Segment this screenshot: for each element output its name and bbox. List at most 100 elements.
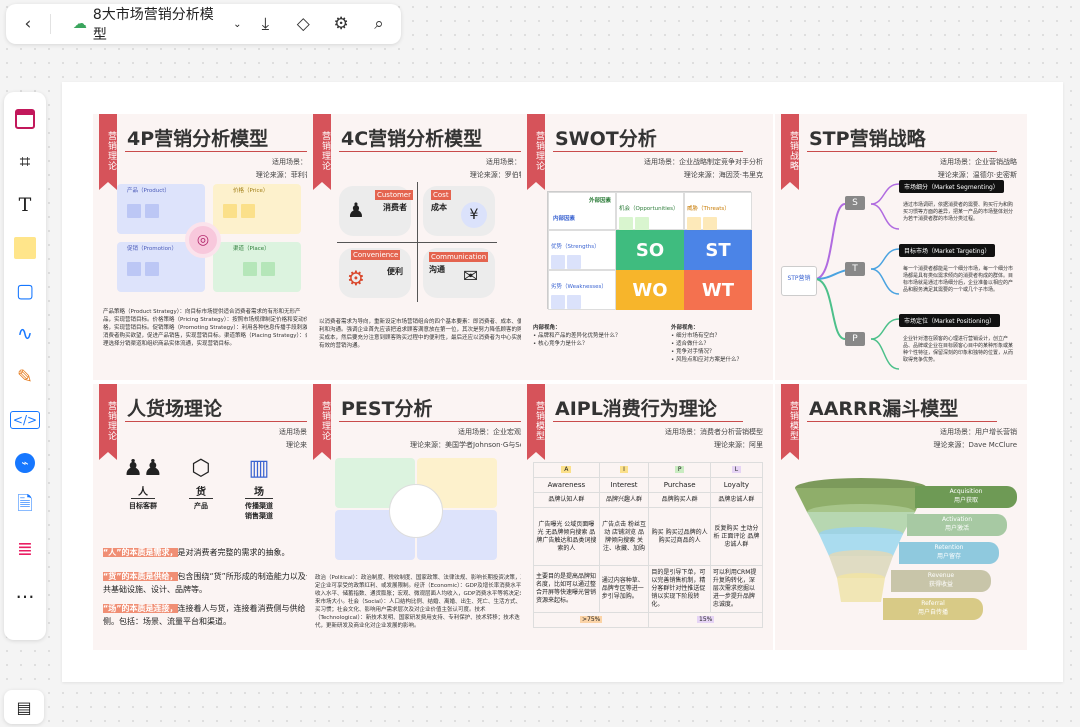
node-p: P xyxy=(845,332,865,346)
quadrant-customer: ♟ Customer 消费者 xyxy=(339,186,413,236)
stage-name: Purchase xyxy=(648,477,711,493)
quadrant-tag: Communication xyxy=(429,252,489,262)
outer-item: • 细分市场有空白？ xyxy=(671,333,721,339)
left-toolbar: ⌗ T ▢ ∿ ✎ </> ⌁ 🗎 ≣ … xyxy=(4,92,46,640)
frame-template-button[interactable] xyxy=(9,100,41,138)
sticky-note xyxy=(261,262,275,276)
text-tool-button[interactable]: T xyxy=(9,186,41,224)
card-meta: 适用场景：消费者分析营销模型 理论来源：阿里 xyxy=(665,426,763,452)
users-icon: ♟ xyxy=(347,198,365,222)
frame-tool-button[interactable]: ⌗ xyxy=(9,143,41,181)
cell-label: 威胁（Threats） xyxy=(687,206,730,212)
upload-file-button[interactable]: 🗎 xyxy=(9,487,41,525)
ribbon: 营销理论 xyxy=(99,384,117,460)
sticky-note xyxy=(567,255,581,269)
outer-item: • 风险点和应对方案是什么？ xyxy=(671,357,743,363)
letter-cell: I xyxy=(598,462,650,478)
segmenting-description: 通过市场调研，依据消费者的需要、购买行为和购买习惯等方面的差异，把某一产品的市场… xyxy=(903,202,1014,222)
cloud-sync-icon: ☁ xyxy=(72,16,87,32)
card-title: SWOT分析 xyxy=(555,128,657,150)
mindmap-icon: ≣ xyxy=(17,538,33,560)
conversion-rate: 15% xyxy=(697,616,715,623)
stage-en: Referral xyxy=(921,600,945,607)
tag-icon: ◇ xyxy=(296,14,310,34)
stage-en: Revenue xyxy=(927,572,955,579)
people-label: 人 xyxy=(131,483,155,499)
title-underline xyxy=(807,421,997,422)
quadrant-cost: Cost 成本 ¥ xyxy=(423,186,495,236)
stage-cn: 用户获取 xyxy=(953,497,978,504)
title-underline xyxy=(807,151,997,152)
document-title-dropdown[interactable]: ☁ 8大市场营销分析模型 ⌄ xyxy=(73,4,242,44)
card-swot[interactable]: 营销理论 SWOT分析 适用场景：企业战略制定竞争对手分析 理论来源：海因茨·韦里… xyxy=(521,114,773,380)
code-block-button[interactable]: </> xyxy=(9,401,41,439)
inner-item: • 核心竞争力是什么？ xyxy=(533,341,588,347)
card-aarrr[interactable]: 营销模型 AARRR漏斗模型 适用场景：用户增长营销 理论来源：Dave McCl… xyxy=(775,384,1027,650)
ribbon: 营销理论 xyxy=(527,114,545,190)
card-title: PEST分析 xyxy=(341,398,433,420)
inner-item-text: 品牌和产品的差异化优势是什么？ xyxy=(538,333,621,339)
whiteboard-canvas[interactable]: 营销理论 4P营销分析模型 适用场景：商业模式 理论来源：菲利普·科特勒 产品（P… xyxy=(62,82,1063,682)
pct-row: >75% 15% xyxy=(532,612,763,628)
card-meta: 适用场景：用户增长营销 理论来源：Dave McClure xyxy=(933,426,1017,452)
sticky-note-button[interactable] xyxy=(9,229,41,267)
connector-tool-button[interactable]: ∿ xyxy=(9,315,41,353)
minimap-button[interactable]: ▤ xyxy=(4,690,44,724)
quadrant-price: 价格（Price） xyxy=(213,184,301,234)
cell-st: ST xyxy=(684,230,752,270)
quadrant-tag: Convenience xyxy=(351,250,401,260)
map-icon: ▤ xyxy=(16,697,32,717)
actions-row: 广告曝光 公域页面曝光 无品牌倾向搜索 品牌广告触达和品类词搜索的人 广告点击 … xyxy=(533,507,764,566)
outer-item-text: 风险点和应对方案是什么？ xyxy=(676,357,743,363)
node-t: T xyxy=(845,262,865,276)
inner-item-text: 核心竞争力是什么？ xyxy=(538,341,588,347)
plugin-button[interactable]: ⌁ xyxy=(9,444,41,482)
stage-tip: 可以利用CRM提升复购转化，深层次需求挖掘以进一步提升品牌忠诚度。 xyxy=(709,565,764,613)
pen-tool-button[interactable]: ✎ xyxy=(9,358,41,396)
title-underline xyxy=(125,421,315,422)
goods-sub: 产品 xyxy=(194,502,208,510)
sticky-note xyxy=(127,262,141,276)
download-button[interactable]: ⤓ xyxy=(251,10,279,38)
segmenting-label: 市场细分（Market Segmenting） xyxy=(899,180,1004,193)
more-button[interactable]: … xyxy=(9,573,41,611)
chevron-down-icon: ⌄ xyxy=(233,18,242,30)
stage-group: 品牌兴趣人群 xyxy=(598,492,650,508)
tag-button[interactable]: ◇ xyxy=(289,10,317,38)
template-icon xyxy=(15,109,35,129)
axis-horizontal xyxy=(337,242,497,243)
outer-perspective: 外部视角： • 细分市场有空白？ • 适合做什么？ • 竞争对手情况？ • 风险… xyxy=(671,324,771,364)
back-button[interactable]: ‹ xyxy=(14,10,42,38)
card-aipl[interactable]: 营销模型 AIPL消费行为理论 适用场景：消费者分析营销模型 理论来源：阿里 A … xyxy=(521,384,773,650)
stage-tip: 通过内容种草、品牌专区等进一步引导加购。 xyxy=(598,565,650,613)
card-title: 人货场理论 xyxy=(127,398,223,420)
card-description: 以消费者需求为导向，重新设定市场营销组合的四个基本要素：即消费者、成本、便利和沟… xyxy=(319,319,523,349)
stage-name: Awareness xyxy=(533,477,600,493)
quadrant-label: 消费者 xyxy=(383,203,407,212)
stage-en: Retention xyxy=(934,544,964,551)
quadrant-tag: Cost xyxy=(431,190,451,200)
stage-actions: 广告点击 粉丝互动 店铺浏览 品牌倾向搜索 关注、收藏、加购 xyxy=(598,507,650,566)
settings-button[interactable]: ⚙ xyxy=(327,10,355,38)
sticky-note xyxy=(703,217,717,231)
sticky-note xyxy=(145,204,159,218)
sticky-note xyxy=(567,295,581,309)
money-bag-icon: ¥ xyxy=(461,202,487,228)
card-stp[interactable]: 营销战略 STP营销战略 适用场景：企业营销战略 理论来源：温德尔·史密斯 STP… xyxy=(775,114,1027,380)
shape-tool-button[interactable]: ▢ xyxy=(9,272,41,310)
mindmap-button[interactable]: ≣ xyxy=(9,530,41,568)
title-underline xyxy=(553,421,743,422)
axis-internal-label: 内部因素 xyxy=(553,216,576,222)
stage-name: Loyalty xyxy=(709,477,764,493)
connector-icon: ∿ xyxy=(17,323,33,345)
letter: A xyxy=(561,466,572,473)
quadrant-tag: Customer xyxy=(374,190,413,200)
title-underline xyxy=(553,151,743,152)
search-button[interactable]: ⌕ xyxy=(365,10,393,38)
center-circle xyxy=(389,484,443,538)
names-row: Awareness Interest Purchase Loyalty xyxy=(533,477,764,493)
description-people: “人”的本质是需求，是对消费者完整的需求的抽象。 xyxy=(103,546,321,559)
outer-item-text: 细分市场有空白？ xyxy=(676,333,721,339)
title-underline xyxy=(125,151,315,152)
swot-axis-cell: 外部因素 内部因素 xyxy=(548,192,616,230)
